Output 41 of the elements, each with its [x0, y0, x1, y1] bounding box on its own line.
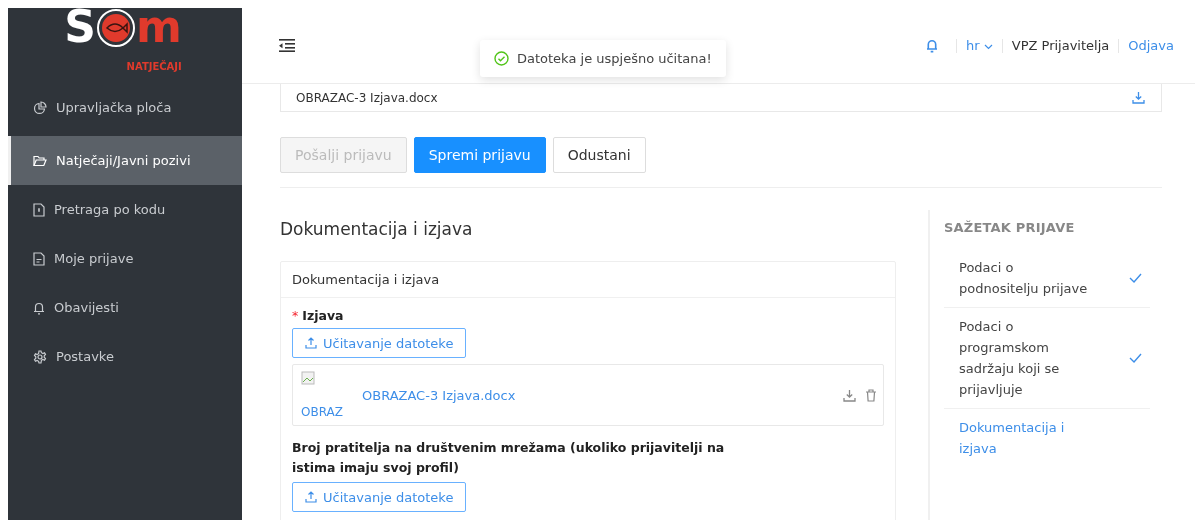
upload-button[interactable]: Učitavanje datoteke: [292, 328, 467, 358]
card-title: Dokumentacija i izjava: [281, 262, 895, 298]
menu-fold-icon[interactable]: [279, 39, 295, 52]
upload-button[interactable]: Učitavanje datoteke: [292, 482, 467, 512]
broken-image-thumbnail: OBRAZ: [301, 371, 346, 419]
chevron-down-icon[interactable]: [983, 44, 993, 50]
toast-message: Datoteka je uspješno učitana!: [517, 51, 712, 66]
bell-icon[interactable]: [926, 38, 939, 53]
file-link[interactable]: OBRAZAC-3 Izjava.docx: [346, 387, 843, 403]
document-icon: [33, 251, 45, 266]
sidebar-item[interactable]: Postavke: [8, 332, 242, 381]
summary-title: SAŽETAK PRIJAVE: [944, 220, 1076, 235]
sidebar-item[interactable]: Obavijesti: [8, 283, 242, 332]
download-icon[interactable]: [843, 388, 856, 402]
logo: S m NATJEČAJI: [64, 8, 183, 74]
sidebar-item[interactable]: Natječaji/Javni pozivi: [8, 136, 242, 185]
file-name: OBRAZAC-3 Izjava.docx: [296, 90, 438, 105]
success-check-icon: [494, 51, 509, 66]
download-icon[interactable]: [1132, 91, 1145, 104]
section-title: Dokumentacija i izjava: [280, 219, 474, 239]
bell-icon: [33, 300, 45, 315]
settings-icon: [33, 349, 47, 364]
summary-step-link[interactable]: Podaci o programskom sadržaju koji se prijavljuje: [959, 316, 1089, 400]
upload-icon: [305, 491, 317, 503]
field-label: Broj pratitelja na društvenim mrežama (ukoliko prijavitelji na istima imaju svoj profil): [292, 439, 726, 477]
sidebar-item[interactable]: Moje prijave: [8, 234, 242, 283]
pie-chart-icon: [33, 100, 47, 115]
language-dropdown[interactable]: hr: [966, 38, 993, 53]
file-icon: [33, 202, 45, 217]
action-button[interactable]: Spremi prijavu: [413, 137, 546, 173]
logout-link[interactable]: Odjava: [1128, 38, 1174, 53]
delete-icon[interactable]: [865, 388, 877, 402]
sidebar-item[interactable]: Pretraga po kodu: [8, 185, 242, 234]
folder-icon: [33, 154, 47, 167]
field-label: * Izjava: [292, 307, 345, 325]
sidebar-item[interactable]: Upravljačka ploča: [8, 83, 242, 132]
upload-icon: [305, 337, 317, 349]
summary-step-link[interactable]: Dokumentacija i izjava: [959, 417, 1089, 459]
summary-step-link[interactable]: Podaci o podnositelju prijave: [959, 257, 1089, 299]
user-name: VPZ Prijavitelja: [1011, 38, 1110, 53]
action-button[interactable]: Odustani: [552, 137, 646, 173]
